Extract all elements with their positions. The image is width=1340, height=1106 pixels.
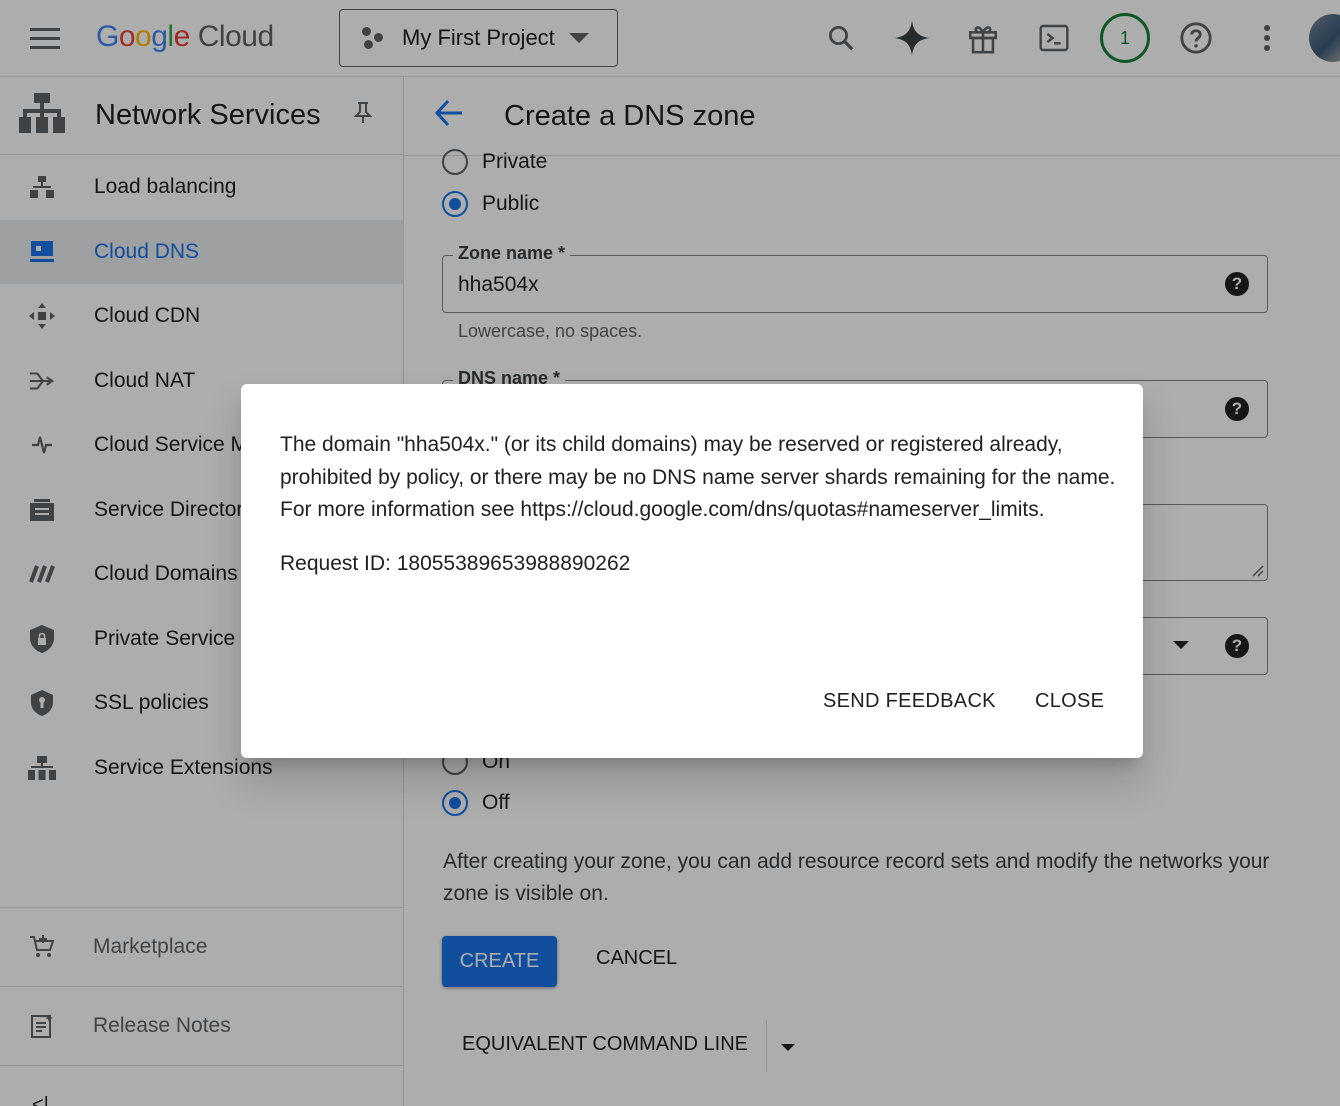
request-id: Request ID: 18055389653988890262 [280,552,631,575]
error-dialog: The domain "hha504x." (or its child doma… [241,384,1143,758]
dialog-message: The domain "hha504x." (or its child doma… [280,433,1116,521]
close-button[interactable]: CLOSE [1035,690,1104,713]
send-feedback-button[interactable]: SEND FEEDBACK [823,690,996,713]
